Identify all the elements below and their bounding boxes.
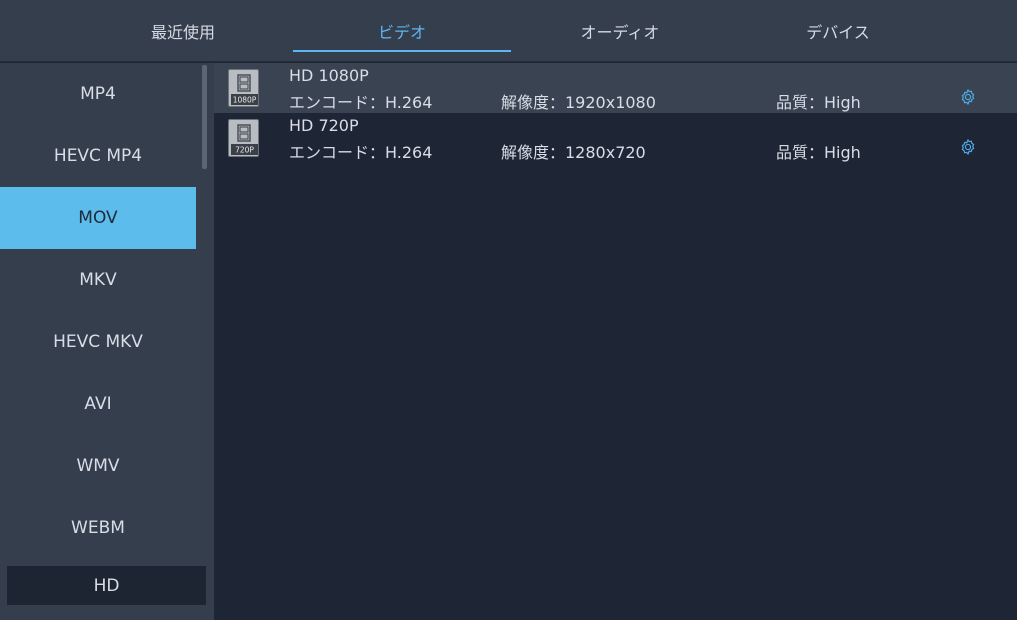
sidebar-item-mov[interactable]: MOV [0, 187, 196, 249]
sidebar-item-label: MKV [79, 270, 117, 290]
sidebar-item-webm[interactable]: WEBM [0, 497, 196, 559]
tab-video[interactable]: ビデオ [293, 0, 511, 62]
tab-active-underline [293, 50, 511, 52]
sidebar-item-label: HEVC MP4 [53, 146, 143, 166]
preset-row[interactable]: 720P HD 720P エンコード：H.264 解像度：1280x720 品質… [214, 113, 1017, 163]
preset-resolution: 解像度：1920x1080 [501, 93, 656, 112]
sidebar-item-label: MP4 [80, 84, 116, 104]
preset-resolution: 解像度：1280x720 [501, 143, 646, 162]
preset-quality: 品質：High [776, 143, 861, 162]
hd-filter-label: HD [93, 575, 120, 596]
sidebar-item-label: WMV [76, 456, 120, 476]
preset-row[interactable]: 1080P HD 1080P エンコード：H.264 解像度：1920x1080… [214, 63, 1017, 113]
preset-title: HD 720P [289, 116, 359, 135]
format-sidebar: MP4 HEVC MP4 MOV MKV HEVC MKV AVI WMV WE… [0, 63, 214, 620]
sidebar-item-hevc-mkv[interactable]: HEVC MKV [0, 311, 196, 373]
preset-encode: エンコード：H.264 [289, 143, 433, 162]
tab-device[interactable]: デバイス [729, 0, 947, 62]
sidebar-item-wmv[interactable]: WMV [0, 435, 196, 497]
preset-quality: 品質：High [776, 93, 861, 112]
tab-audio-label: オーディオ [580, 23, 660, 42]
preset-encode: エンコード：H.264 [289, 93, 433, 112]
sidebar-item-label: WEBM [71, 518, 125, 538]
video-file-icon-label: 720P [235, 146, 254, 155]
tab-recent-label: 最近使用 [150, 23, 215, 42]
sidebar-item-mp4[interactable]: MP4 [0, 63, 196, 125]
sidebar-item-label: AVI [84, 394, 112, 414]
preset-title: HD 1080P [289, 66, 369, 85]
hd-filter-button[interactable]: HD [7, 566, 206, 605]
sidebar-item-label: MOV [78, 208, 118, 228]
format-tab-bar: 最近使用 ビデオ オーディオ デバイス [0, 0, 1017, 62]
tab-recent[interactable]: 最近使用 [74, 0, 292, 62]
gear-icon[interactable] [959, 88, 977, 106]
video-file-icon-label: 1080P [233, 96, 257, 105]
tab-video-label: ビデオ [377, 23, 426, 42]
sidebar-item-hevc-mp4[interactable]: HEVC MP4 [0, 125, 196, 187]
gear-icon[interactable] [959, 138, 977, 156]
tab-audio[interactable]: オーディオ [511, 0, 729, 62]
video-file-icon: 720P [228, 119, 259, 157]
preset-list: 1080P HD 1080P エンコード：H.264 解像度：1920x1080… [214, 63, 1017, 620]
sidebar-scrollbar[interactable] [202, 65, 207, 169]
sidebar-item-label: HEVC MKV [53, 332, 143, 352]
video-file-icon: 1080P [228, 69, 259, 107]
sidebar-item-avi[interactable]: AVI [0, 373, 196, 435]
sidebar-item-mkv[interactable]: MKV [0, 249, 196, 311]
tab-device-label: デバイス [806, 23, 870, 42]
